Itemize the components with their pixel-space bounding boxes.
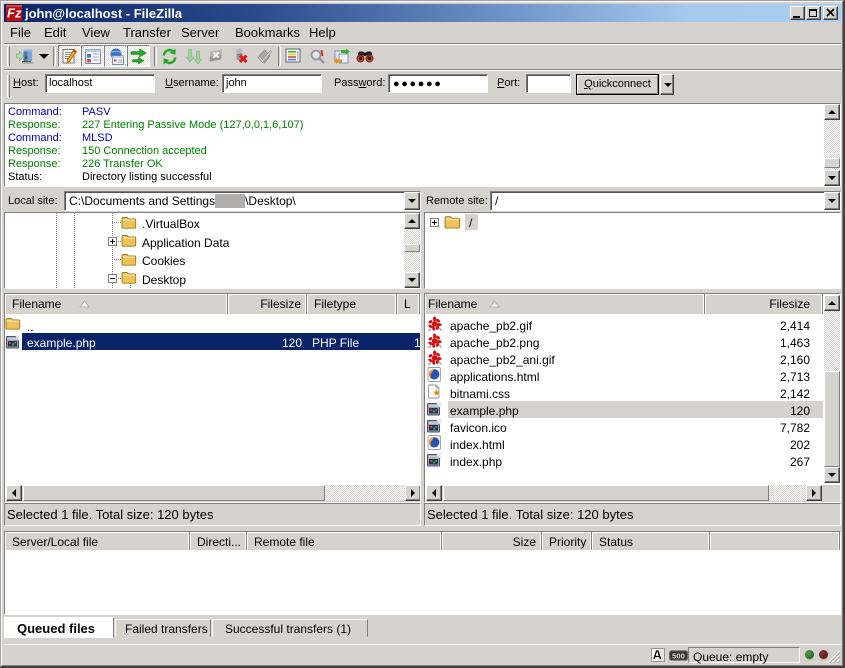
svg-text:500: 500 xyxy=(672,651,685,660)
svg-text:Fz: Fz xyxy=(7,6,22,21)
